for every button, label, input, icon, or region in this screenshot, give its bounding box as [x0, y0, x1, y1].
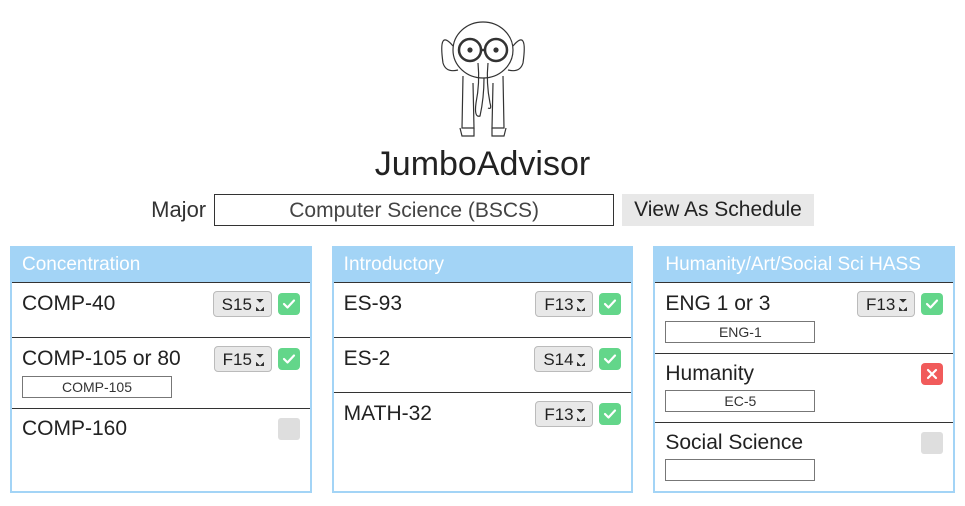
term-select[interactable]: S15 — [213, 291, 272, 317]
column: Concentration COMP-40 S15 COMP-105 or 80 F15… — [10, 246, 312, 493]
requirement-name: ES-2 — [344, 347, 391, 371]
requirement-row: ES-2 S14 — [334, 337, 632, 392]
column-header: Humanity/Art/Social Sci HASS — [655, 248, 953, 282]
row-controls: F15 — [214, 346, 300, 372]
requirement-name: ES-93 — [344, 292, 402, 316]
columns-container: Concentration COMP-40 S15 COMP-105 or 80 F15… — [0, 246, 965, 493]
requirement-name: Humanity — [665, 362, 754, 386]
course-sub-input[interactable] — [665, 390, 815, 412]
requirement-row: ES-93 F13 — [334, 282, 632, 337]
row-controls: F13 — [857, 291, 943, 317]
header: JumboAdvisor Major Computer Science (BSC… — [0, 0, 965, 226]
column-header: Introductory — [334, 248, 632, 282]
view-schedule-button[interactable]: View As Schedule — [622, 194, 814, 226]
requirement-name: COMP-160 — [22, 417, 127, 441]
major-select[interactable]: Computer Science (BSCS) — [214, 194, 614, 226]
requirement-name: COMP-105 or 80 — [22, 347, 181, 371]
course-sub-input[interactable] — [665, 321, 815, 343]
requirement-row: MATH-32 F13 — [334, 392, 632, 447]
requirement-row: Social Science — [655, 422, 953, 491]
row-controls: S14 — [534, 346, 621, 372]
requirement-row: ENG 1 or 3 F13 — [655, 282, 953, 353]
check-icon — [599, 403, 621, 425]
check-icon — [921, 293, 943, 315]
requirement-name: COMP-40 — [22, 292, 115, 316]
term-select[interactable]: F13 — [857, 291, 915, 317]
check-icon — [278, 348, 300, 370]
check-icon — [278, 293, 300, 315]
column-header: Concentration — [12, 248, 310, 282]
requirement-row: COMP-105 or 80 F15 — [12, 337, 310, 408]
term-select[interactable]: F13 — [535, 291, 593, 317]
empty-status-icon — [921, 432, 943, 454]
term-select[interactable]: F15 — [214, 346, 272, 372]
requirement-name: Social Science — [665, 431, 803, 455]
row-controls — [921, 432, 943, 454]
requirement-row: COMP-40 S15 — [12, 282, 310, 337]
requirement-name: MATH-32 — [344, 402, 432, 426]
elephant-logo-icon — [418, 8, 548, 143]
term-select[interactable]: F13 — [535, 401, 593, 427]
page-title: JumboAdvisor — [0, 145, 965, 184]
empty-status-icon — [278, 418, 300, 440]
requirement-name: ENG 1 or 3 — [665, 292, 770, 316]
requirement-row: COMP-160 — [12, 408, 310, 463]
column: Introductory ES-93 F13 ES-2 S14 MATH-32 F13 — [332, 246, 634, 493]
row-controls — [278, 418, 300, 440]
x-icon — [921, 363, 943, 385]
row-controls: F13 — [535, 401, 621, 427]
column: Humanity/Art/Social Sci HASS ENG 1 or 3 F1… — [653, 246, 955, 493]
course-sub-input[interactable] — [665, 459, 815, 481]
row-controls: F13 — [535, 291, 621, 317]
term-select[interactable]: S14 — [534, 346, 593, 372]
row-controls — [921, 363, 943, 385]
logo — [418, 8, 548, 143]
row-controls: S15 — [213, 291, 300, 317]
requirement-row: Humanity — [655, 353, 953, 422]
major-label: Major — [151, 197, 206, 223]
check-icon — [599, 348, 621, 370]
course-sub-input[interactable] — [22, 376, 172, 398]
major-row: Major Computer Science (BSCS) View As Sc… — [0, 194, 965, 226]
check-icon — [599, 293, 621, 315]
